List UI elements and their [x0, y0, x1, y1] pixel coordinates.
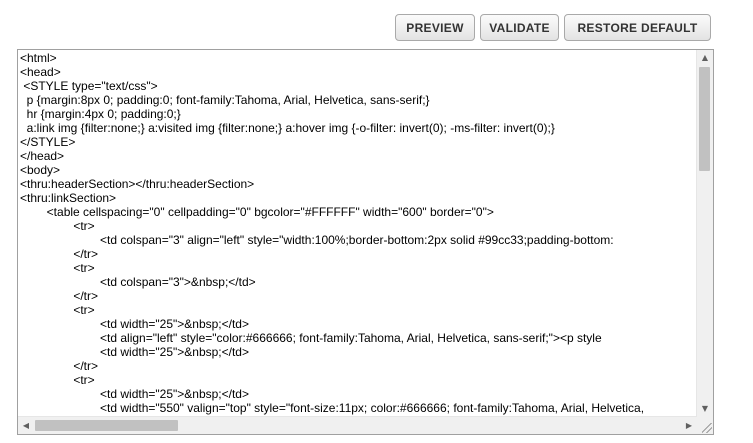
code-line: <head>: [20, 65, 61, 79]
horizontal-scroll-thumb[interactable]: [35, 420, 178, 431]
code-line: </STYLE>: [20, 135, 76, 149]
arrow-up-icon[interactable]: ▲: [697, 50, 713, 66]
code-line: <thru:linkSection>: [20, 191, 117, 205]
scrollbar-corner: [697, 417, 713, 434]
arrow-down-icon[interactable]: ▼: [697, 401, 713, 417]
editor-toolbar: PREVIEW VALIDATE RESTORE DEFAULT: [0, 0, 753, 48]
vertical-scrollbar[interactable]: ▲ ▼: [696, 50, 713, 417]
code-line: <html>: [20, 51, 57, 65]
code-line: <td colspan="3">&nbsp;</td>: [20, 275, 256, 289]
code-line: </tr>: [20, 289, 99, 303]
code-line: </tr>: [20, 247, 99, 261]
code-line: <td width="25">&nbsp;</td>: [20, 345, 249, 359]
code-line: a:link img {filter:none;} a:visited img …: [20, 121, 555, 135]
code-line: <tr>: [20, 219, 95, 233]
code-line: <body>: [20, 163, 61, 177]
code-line: hr {margin:4px 0; padding:0;}: [20, 107, 181, 121]
arrow-right-icon[interactable]: ▶: [681, 417, 697, 434]
validate-button[interactable]: VALIDATE: [480, 14, 559, 41]
code-line: p {margin:8px 0; padding:0; font-family:…: [20, 93, 430, 107]
code-textarea[interactable]: <html> <head> <STYLE type="text/css"> p {…: [20, 51, 698, 417]
code-line: <thru:headerSection></thru:headerSection…: [20, 177, 255, 191]
code-line: </head>: [20, 149, 65, 163]
code-line: </tr>: [20, 359, 99, 373]
code-line: <td width="550" valign="top" style="font…: [20, 401, 645, 415]
code-line: <STYLE type="text/css">: [20, 79, 158, 93]
resize-grip-icon[interactable]: [702, 423, 712, 433]
vertical-scroll-thumb[interactable]: [699, 67, 710, 171]
code-line: <td align="left" style="color:#666666; f…: [20, 331, 602, 345]
restore-default-button[interactable]: RESTORE DEFAULT: [564, 14, 711, 41]
code-line: <td colspan="3" align="left" style="widt…: [20, 233, 614, 247]
arrow-left-icon[interactable]: ◀: [18, 417, 34, 434]
code-line: <td width="25">&nbsp;</td>: [20, 317, 249, 331]
horizontal-scrollbar[interactable]: ◀ ▶: [18, 416, 697, 434]
code-line: <td width="25">&nbsp;</td>: [20, 387, 249, 401]
preview-button[interactable]: PREVIEW: [395, 14, 475, 41]
code-line: <tr>: [20, 373, 95, 387]
code-line: <table cellspacing="0" cellpadding="0" b…: [20, 205, 494, 219]
code-line: <tr>: [20, 303, 95, 317]
code-line: <tr>: [20, 261, 95, 275]
html-code-editor[interactable]: <html> <head> <STYLE type="text/css"> p {…: [17, 49, 714, 435]
